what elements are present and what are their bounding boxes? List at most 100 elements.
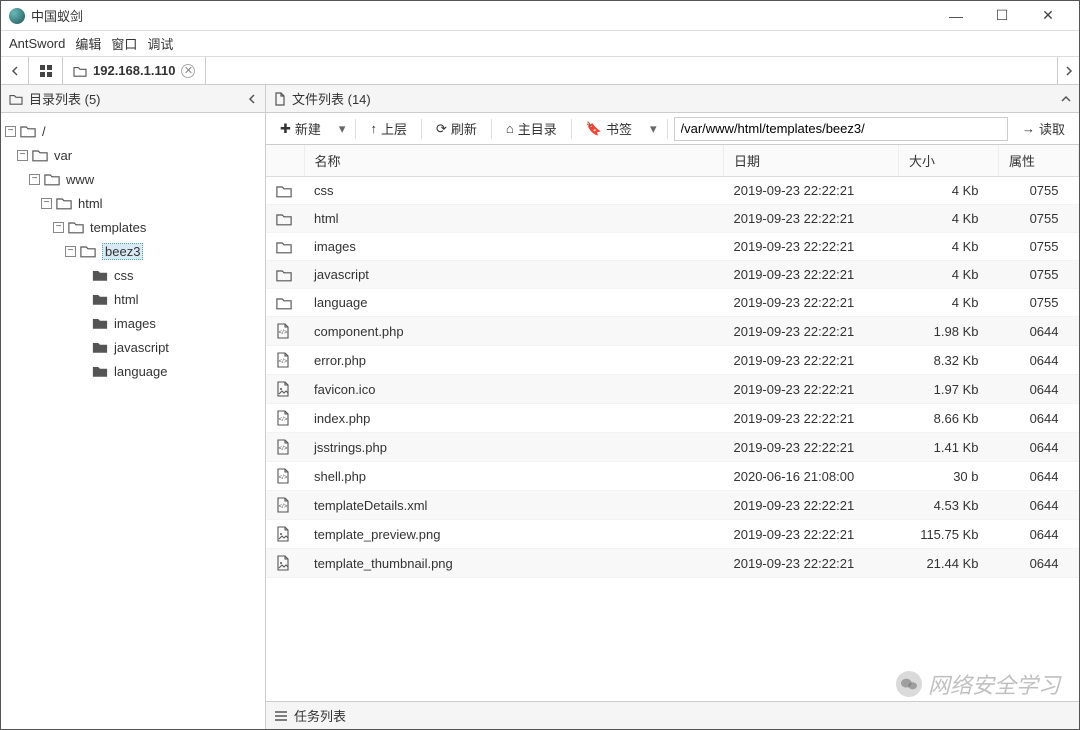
tasks-panel[interactable]: 任务列表: [266, 701, 1079, 729]
chevron-left-icon: [247, 94, 257, 104]
file-icon: [274, 92, 286, 106]
home-button[interactable]: ⌂ 主目录: [498, 116, 565, 141]
table-row[interactable]: </>index.php2019-09-23 22:22:218.66 Kb06…: [266, 404, 1079, 433]
row-name: template_thumbnail.png: [304, 549, 724, 578]
row-size: 4.53 Kb: [899, 491, 999, 520]
read-button[interactable]: → 读取: [1014, 116, 1073, 141]
filelist-collapse[interactable]: [1061, 94, 1071, 104]
tree-node[interactable]: language: [5, 359, 261, 383]
row-date: 2019-09-23 22:22:21: [724, 233, 899, 261]
tree-node[interactable]: html: [5, 287, 261, 311]
table-row[interactable]: </>component.php2019-09-23 22:22:211.98 …: [266, 317, 1079, 346]
new-button[interactable]: ✚ 新建: [272, 116, 329, 141]
col-date-header[interactable]: 日期: [724, 145, 899, 177]
tree-node[interactable]: −beez3: [5, 239, 261, 263]
path-input[interactable]: [674, 117, 1008, 141]
tree-node[interactable]: css: [5, 263, 261, 287]
row-date: 2020-06-16 21:08:00: [724, 462, 899, 491]
folder-open-icon: [68, 220, 84, 234]
chevron-right-icon: [1064, 66, 1074, 76]
row-attr: 0755: [999, 289, 1079, 317]
row-size: 1.41 Kb: [899, 433, 999, 462]
row-date: 2019-09-23 22:22:21: [724, 433, 899, 462]
refresh-button[interactable]: ⟳ 刷新: [428, 116, 485, 141]
row-name: favicon.ico: [304, 375, 724, 404]
tree-node[interactable]: −var: [5, 143, 261, 167]
tab-nav-right[interactable]: [1057, 57, 1079, 84]
tab-host[interactable]: 192.168.1.110 ✕: [63, 57, 206, 84]
menu-debug[interactable]: 调试: [147, 34, 173, 53]
row-date: 2019-09-23 22:22:21: [724, 520, 899, 549]
table-row[interactable]: </>error.php2019-09-23 22:22:218.32 Kb06…: [266, 346, 1079, 375]
tree-node[interactable]: −templates: [5, 215, 261, 239]
tree-node[interactable]: javascript: [5, 335, 261, 359]
tree-node[interactable]: −/: [5, 119, 261, 143]
tree-label: css: [114, 268, 134, 283]
home-label: 主目录: [518, 119, 557, 138]
file-table: 名称 日期 大小 属性 css2019-09-23 22:22:214 Kb07…: [266, 145, 1079, 578]
table-row[interactable]: </>jsstrings.php2019-09-23 22:22:211.41 …: [266, 433, 1079, 462]
folder-dark-icon: [92, 340, 108, 354]
tree-toggle-icon[interactable]: −: [53, 222, 64, 233]
row-size: 4 Kb: [899, 261, 999, 289]
table-row[interactable]: </>templateDetails.xml2019-09-23 22:22:2…: [266, 491, 1079, 520]
table-row[interactable]: language2019-09-23 22:22:214 Kb0755: [266, 289, 1079, 317]
grid-icon: [39, 64, 53, 78]
svg-text:</>: </>: [279, 475, 288, 481]
bookmark-button[interactable]: 🔖 书签: [578, 116, 640, 141]
tree-node[interactable]: − www: [5, 167, 261, 191]
row-size: 4 Kb: [899, 205, 999, 233]
row-name: component.php: [304, 317, 724, 346]
table-row[interactable]: template_thumbnail.png2019-09-23 22:22:2…: [266, 549, 1079, 578]
col-icon-header[interactable]: [266, 145, 304, 177]
row-icon: </>: [266, 433, 304, 462]
table-row[interactable]: javascript2019-09-23 22:22:214 Kb0755: [266, 261, 1079, 289]
close-button[interactable]: ✕: [1025, 1, 1071, 31]
table-row[interactable]: favicon.ico2019-09-23 22:22:211.97 Kb064…: [266, 375, 1079, 404]
directory-tree[interactable]: −/−var−www−html−templates−beez3csshtmlim…: [1, 113, 265, 729]
row-name: css: [304, 177, 724, 205]
row-size: 8.66 Kb: [899, 404, 999, 433]
tree-toggle-icon[interactable]: −: [17, 150, 28, 161]
sidebar-collapse[interactable]: [247, 94, 257, 104]
menu-window[interactable]: 窗口: [111, 34, 137, 53]
tree-node[interactable]: images: [5, 311, 261, 335]
tree-node[interactable]: −html: [5, 191, 261, 215]
menu-edit[interactable]: 编辑: [75, 34, 101, 53]
minimize-button[interactable]: ―: [933, 1, 979, 31]
tree-toggle-icon[interactable]: −: [5, 126, 16, 137]
tree-toggle-icon[interactable]: −: [65, 246, 76, 257]
row-attr: 0644: [999, 462, 1079, 491]
svg-text:</>: </>: [279, 330, 288, 336]
col-attr-header[interactable]: 属性: [999, 145, 1079, 177]
bookmark-dropdown[interactable]: ▾: [646, 121, 661, 137]
tree-label: images: [114, 316, 156, 331]
row-size: 4 Kb: [899, 177, 999, 205]
table-row[interactable]: css2019-09-23 22:22:214 Kb0755: [266, 177, 1079, 205]
menu-antsword[interactable]: AntSword: [9, 36, 65, 51]
tree-label: www: [66, 172, 94, 187]
row-size: 1.98 Kb: [899, 317, 999, 346]
tab-close-icon[interactable]: ✕: [181, 64, 195, 78]
table-row[interactable]: images2019-09-23 22:22:214 Kb0755: [266, 233, 1079, 261]
row-date: 2019-09-23 22:22:21: [724, 491, 899, 520]
file-table-wrap[interactable]: 名称 日期 大小 属性 css2019-09-23 22:22:214 Kb07…: [266, 145, 1079, 701]
maximize-button[interactable]: ☐: [979, 1, 1025, 31]
list-icon: [274, 710, 288, 722]
col-name-header[interactable]: 名称: [304, 145, 724, 177]
row-date: 2019-09-23 22:22:21: [724, 177, 899, 205]
tree-toggle-icon[interactable]: −: [41, 198, 52, 209]
row-attr: 0644: [999, 317, 1079, 346]
up-button[interactable]: ↑ 上层: [362, 116, 415, 141]
table-row[interactable]: </>shell.php2020-06-16 21:08:0030 b0644: [266, 462, 1079, 491]
app-icon: [9, 8, 25, 24]
tree-label: javascript: [114, 340, 169, 355]
table-row[interactable]: template_preview.png2019-09-23 22:22:211…: [266, 520, 1079, 549]
new-dropdown[interactable]: ▾: [335, 121, 350, 137]
new-label: 新建: [295, 119, 321, 138]
table-row[interactable]: html2019-09-23 22:22:214 Kb0755: [266, 205, 1079, 233]
tab-home[interactable]: [29, 57, 63, 84]
tab-nav-left[interactable]: [1, 57, 29, 84]
tree-toggle-icon[interactable]: −: [29, 174, 40, 185]
col-size-header[interactable]: 大小: [899, 145, 999, 177]
